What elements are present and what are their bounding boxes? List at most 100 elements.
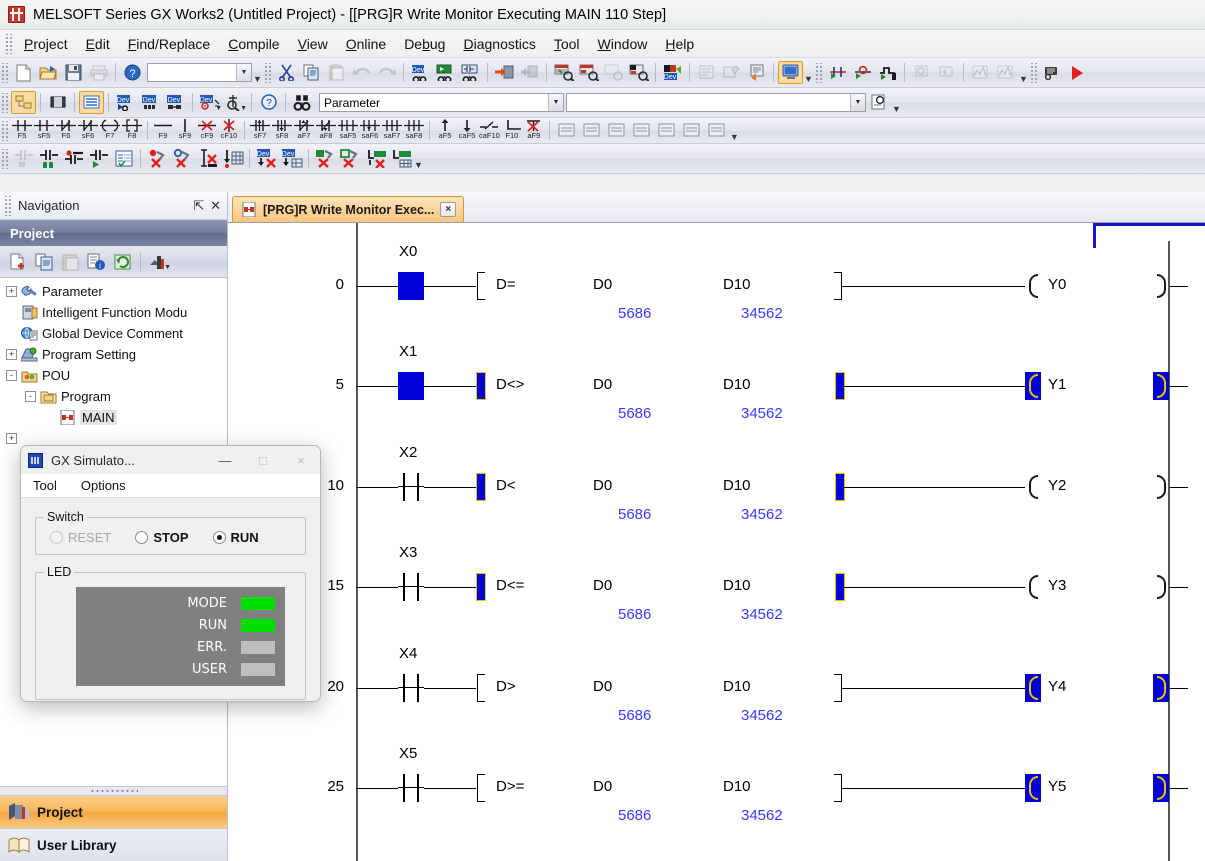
ladder-key-af9[interactable]: aF9 (523, 119, 545, 143)
ladder-key-f7[interactable]: F7 (99, 118, 121, 143)
ladder-key-f10[interactable]: F10 (501, 119, 523, 143)
collapse-icon[interactable]: - (6, 370, 17, 381)
refresh-icon[interactable] (110, 250, 135, 273)
run-icon[interactable] (1065, 61, 1090, 84)
find-device-icon[interactable]: Dev (408, 61, 433, 84)
maximize-button[interactable]: □ (244, 447, 282, 474)
step-execution-icon[interactable] (825, 61, 850, 84)
toolbar-overflow-ladder[interactable]: ▼ (729, 119, 740, 142)
simulator-menu-tool[interactable]: Tool (33, 478, 57, 493)
scan-execution-icon[interactable] (934, 61, 959, 84)
menu-diagnostics[interactable]: Diagnostics (454, 33, 544, 55)
ladder-key-f6[interactable]: F6 (55, 119, 77, 143)
docking-window-icon[interactable] (45, 91, 70, 114)
binocular-icon[interactable] (290, 91, 315, 114)
ladder-key-saf6[interactable]: saF6 (359, 119, 381, 143)
menu-edit[interactable]: Edit (77, 33, 119, 55)
view-mode-icon[interactable]: ▼ (146, 250, 171, 273)
toolbar-overflow-3[interactable]: ▼ (1018, 61, 1029, 84)
contact-x1[interactable] (398, 372, 424, 401)
menu-window[interactable]: Window (589, 33, 657, 55)
tree-item-intelligent-function-modu[interactable]: Intelligent Function Modu (0, 302, 227, 323)
help-question-icon[interactable]: ? (256, 91, 281, 114)
search-device-icon[interactable] (601, 61, 626, 84)
watch-icon[interactable] (909, 61, 934, 84)
radio-indicator[interactable] (50, 531, 63, 544)
menu-find-replace[interactable]: Find/Replace (119, 33, 220, 55)
toolbar-gripper-sim[interactable] (1029, 62, 1037, 83)
device-combo[interactable]: ▼ (566, 93, 866, 112)
ladder-view-icon[interactable] (79, 91, 104, 114)
toolbar-overflow-4[interactable]: ▼ (891, 91, 902, 114)
device-list-view-icon[interactable]: Dev (138, 91, 163, 114)
cross-reference-icon[interactable] (551, 61, 576, 84)
device-batch-replace-icon[interactable] (626, 61, 651, 84)
local-read-icon[interactable] (388, 147, 413, 170)
monitor-run-icon[interactable] (86, 147, 111, 170)
list-view-icon[interactable] (704, 119, 729, 142)
tab-close-icon[interactable]: × (440, 202, 457, 217)
instruction-block-energized[interactable] (476, 472, 486, 501)
ladder-key-sf6[interactable]: sF6 (77, 119, 99, 143)
expand-icon[interactable]: + (6, 286, 17, 297)
find-instruction-icon[interactable] (433, 61, 458, 84)
sampling-trace-icon[interactable] (968, 61, 993, 84)
chevron-down-icon[interactable]: ▼ (850, 94, 865, 111)
nav-button-project[interactable]: Project (0, 795, 227, 828)
chevron-down-icon[interactable]: ▼ (236, 64, 251, 81)
menu-online[interactable]: Online (337, 33, 395, 55)
ladder-key-saf8[interactable]: saF8 (403, 119, 425, 143)
minimize-button[interactable]: — (206, 447, 244, 474)
tab-prg-main[interactable]: [PRG]R Write Monitor Exec... × (232, 196, 465, 222)
radio-reset[interactable]: RESET (50, 530, 111, 545)
skip-execution-icon[interactable] (875, 61, 900, 84)
coil-y1[interactable] (1025, 372, 1041, 401)
copy-data-icon[interactable] (32, 250, 57, 273)
menu-project[interactable]: PProjectroject (15, 33, 77, 55)
close-button[interactable]: × (282, 447, 320, 474)
toolbar-overflow-1[interactable]: ▼ (252, 61, 263, 84)
cut-icon[interactable] (274, 61, 299, 84)
radio-indicator[interactable] (135, 531, 149, 544)
contact-x0[interactable] (398, 272, 424, 300)
undo-icon[interactable] (349, 61, 374, 84)
toolbar-gripper-debug[interactable] (814, 62, 822, 83)
insert-column-icon[interactable] (654, 119, 679, 142)
zoom-monitor-icon[interactable]: ▼ (222, 91, 247, 114)
gx-simulator-dialog[interactable]: GX Simulato... — □ × Tool Options Switch… (20, 445, 321, 702)
instruction-block-energized[interactable] (476, 573, 486, 602)
device-compare-icon[interactable]: Dev (163, 91, 188, 114)
data-name-combo[interactable]: Parameter ▼ (319, 93, 564, 112)
device-monitor-view-icon[interactable]: Dev (660, 61, 685, 84)
pin-icon[interactable]: ⇱ (193, 198, 204, 214)
menu-view[interactable]: View (289, 33, 337, 55)
instruction-block-energized[interactable] (476, 372, 486, 401)
monitor-write-icon[interactable] (11, 147, 36, 170)
dev-read-icon[interactable]: Dev (279, 147, 304, 170)
coil-continuation[interactable] (1153, 673, 1169, 702)
new-icon[interactable] (11, 61, 36, 84)
ladder-canvas-wrapper[interactable]: 0 X0 D= D0 5686 D10 34562 Y0 5 X1 D<> D0 5686 D10 3456… (228, 222, 1205, 861)
coil-continuation[interactable] (1153, 473, 1169, 501)
tree-item-program[interactable]: - Program (0, 386, 227, 407)
delete-column-icon[interactable] (679, 119, 704, 142)
radio-indicator[interactable] (212, 531, 226, 544)
coil-continuation[interactable] (1153, 774, 1169, 802)
project-tree-icon[interactable] (11, 91, 36, 114)
dev-write-icon[interactable]: Dev (254, 147, 279, 170)
menu-debug[interactable]: Debug (395, 33, 454, 55)
ladder-key-sf9[interactable]: sF9 (174, 118, 196, 143)
coil-y2[interactable] (1025, 473, 1041, 501)
copy-icon[interactable] (299, 61, 324, 84)
contact-x3[interactable] (398, 573, 424, 602)
tree-item-main[interactable]: MAIN (0, 407, 227, 428)
coil-y3[interactable] (1025, 573, 1041, 601)
coil-continuation[interactable] (1153, 573, 1169, 601)
ladder-key-af7[interactable]: aF7 (293, 119, 315, 143)
toolbar-gripper-ladder[interactable] (0, 120, 8, 141)
navigation-splitter[interactable] (0, 786, 227, 795)
paste-data-icon[interactable] (58, 250, 83, 273)
expand-icon[interactable]: + (6, 433, 17, 444)
ladder-key-sf7[interactable]: sF7 (249, 119, 271, 143)
plc-read-icon[interactable] (338, 147, 363, 170)
